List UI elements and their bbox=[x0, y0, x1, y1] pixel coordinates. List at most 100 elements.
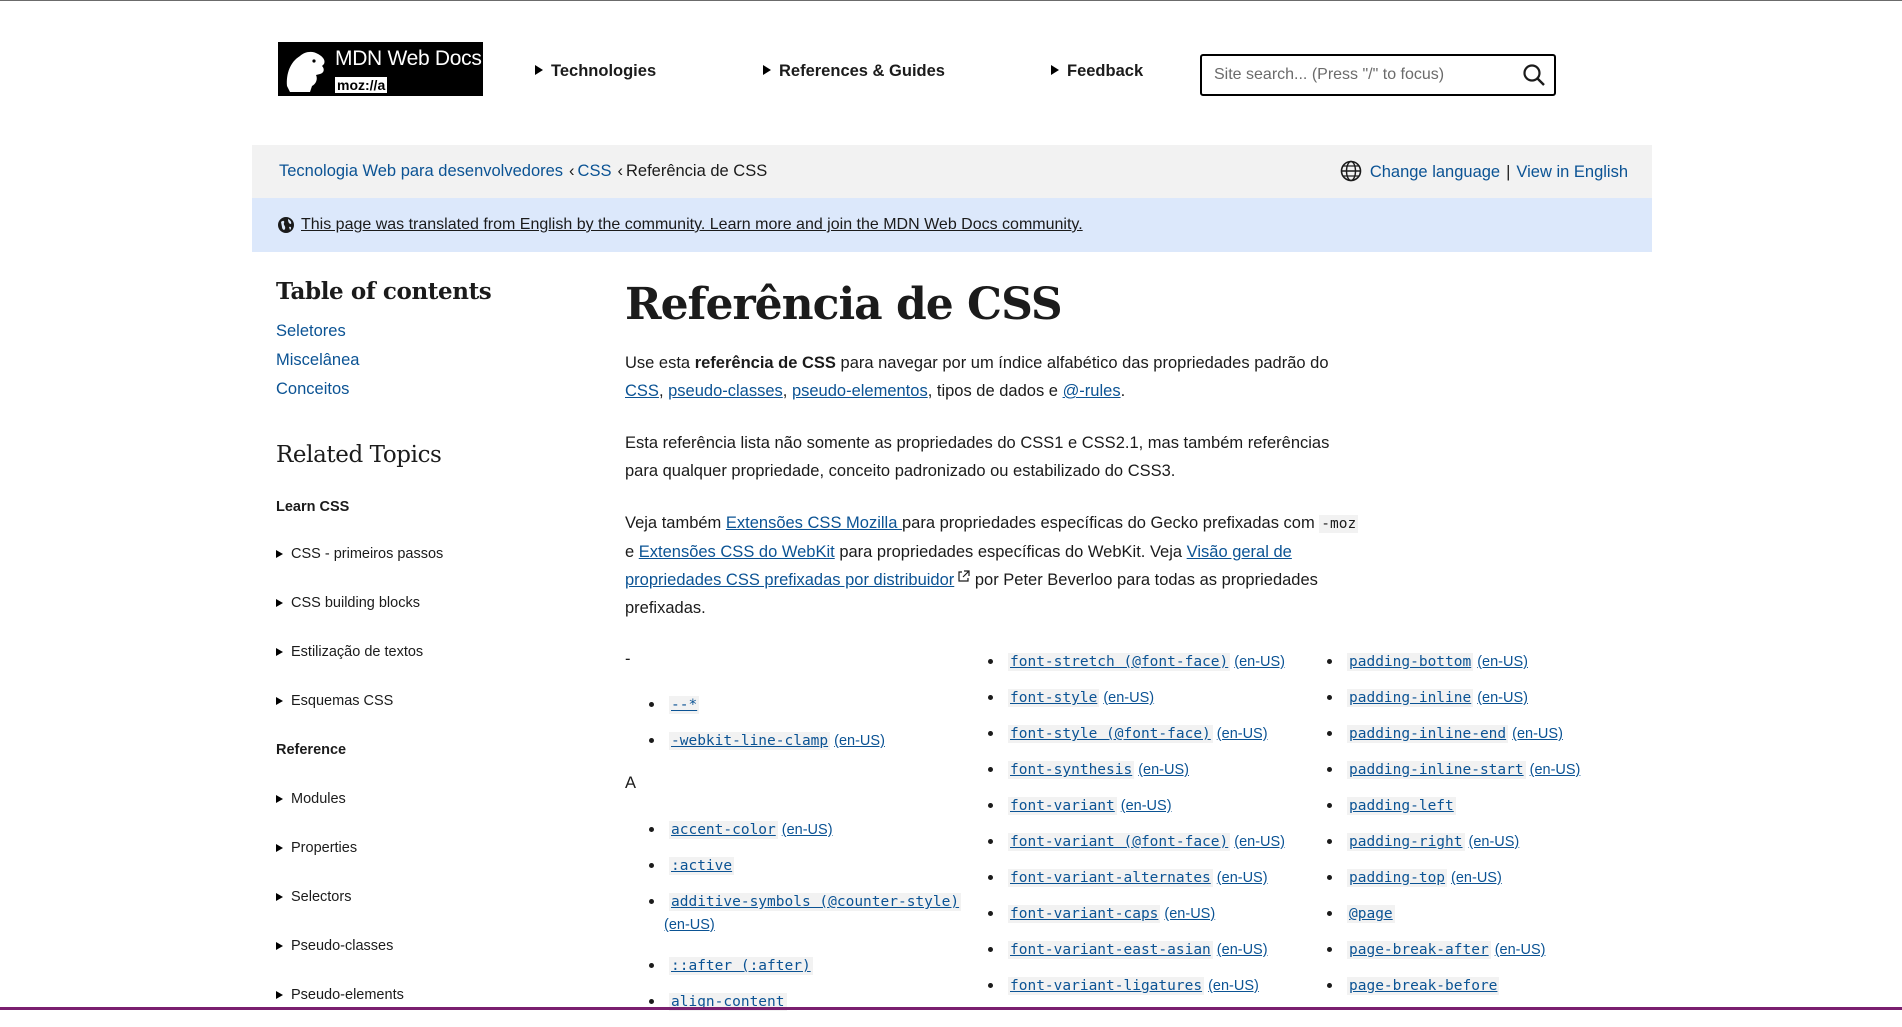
nav-references-guides[interactable]: References & Guides bbox=[763, 62, 945, 81]
en-us-link[interactable]: (en-US) bbox=[1217, 942, 1268, 958]
property-link[interactable]: page-break-before bbox=[1347, 977, 1500, 995]
property-link[interactable]: font-variant (@font-face) bbox=[1008, 833, 1231, 851]
search-input[interactable] bbox=[1214, 66, 1514, 84]
triangle-right-icon bbox=[763, 65, 771, 75]
nav-label: Feedback bbox=[1067, 62, 1144, 80]
en-us-link[interactable]: (en-US) bbox=[1234, 654, 1285, 670]
en-us-link[interactable]: (en-US) bbox=[782, 822, 833, 838]
en-us-link[interactable]: (en-US) bbox=[1208, 978, 1259, 994]
text: para navegar por um índice alfabético da… bbox=[835, 354, 1329, 372]
property-link[interactable]: font-variant bbox=[1008, 797, 1117, 815]
en-us-link[interactable]: (en-US) bbox=[1469, 834, 1520, 850]
mdn-logo[interactable]: MDN Web Docs moz://a bbox=[278, 42, 483, 96]
en-us-link[interactable]: (en-US) bbox=[1234, 834, 1285, 850]
en-us-link[interactable]: (en-US) bbox=[1477, 690, 1528, 706]
link-pseudo-elementos[interactable]: pseudo-elementos bbox=[792, 382, 928, 400]
property-link[interactable]: padding-left bbox=[1347, 797, 1456, 815]
property-link[interactable]: @page bbox=[1347, 905, 1395, 923]
reference-heading: Reference bbox=[276, 742, 347, 758]
property-link[interactable]: padding-inline-start bbox=[1347, 761, 1526, 779]
language-switcher: Change language | View in English bbox=[1340, 160, 1628, 182]
translation-notice: This page was translated from English by… bbox=[252, 198, 1652, 252]
property-link[interactable]: padding-right bbox=[1347, 833, 1465, 851]
breadcrumb-link-web-tech[interactable]: Tecnologia Web para desenvolvedores bbox=[279, 162, 563, 180]
property-link[interactable]: font-variant-caps bbox=[1008, 905, 1161, 923]
sidebar-item-estilizacao-textos[interactable]: Estilização de textos bbox=[276, 644, 423, 660]
property-link[interactable]: padding-bottom bbox=[1347, 653, 1474, 671]
text: para propriedades específicas do Gecko p… bbox=[901, 514, 1320, 532]
view-in-english-link[interactable]: View in English bbox=[1516, 163, 1628, 181]
sidebar-item-building-blocks[interactable]: CSS building blocks bbox=[276, 595, 420, 611]
text: , tipos de dados e bbox=[927, 382, 1063, 400]
en-us-link[interactable]: (en-US) bbox=[1512, 726, 1563, 742]
separator: | bbox=[1506, 163, 1511, 181]
sidebar-item-modules[interactable]: Modules bbox=[276, 791, 346, 807]
sidebar-item-esquemas[interactable]: Esquemas CSS bbox=[276, 693, 393, 709]
en-us-link[interactable]: (en-US) bbox=[1451, 870, 1502, 886]
index-letter-a: A bbox=[625, 774, 637, 792]
list-item: font-stretch (@font-face) (en-US) bbox=[984, 651, 1285, 687]
property-link[interactable]: -webkit-line-clamp bbox=[669, 732, 831, 750]
property-link[interactable]: padding-top bbox=[1347, 869, 1448, 887]
link-webkit-extensions[interactable]: Extensões CSS do WebKit bbox=[639, 543, 835, 561]
property-link[interactable]: font-stretch (@font-face) bbox=[1008, 653, 1231, 671]
nav-technologies[interactable]: Technologies bbox=[535, 62, 656, 81]
breadcrumb-link-css[interactable]: CSS bbox=[578, 162, 612, 180]
en-us-link[interactable]: (en-US) bbox=[1495, 942, 1546, 958]
toc-link-seletores[interactable]: Seletores bbox=[276, 321, 359, 350]
list-item: ::after (:after) bbox=[645, 955, 961, 991]
link-pseudo-classes[interactable]: pseudo-classes bbox=[668, 382, 783, 400]
toc-link-conceitos[interactable]: Conceitos bbox=[276, 379, 359, 408]
link-css[interactable]: CSS bbox=[625, 382, 659, 400]
list-item: padding-inline-end (en-US) bbox=[1323, 723, 1580, 759]
property-link[interactable]: padding-inline bbox=[1347, 689, 1474, 707]
property-link[interactable]: ::after (:after) bbox=[669, 957, 813, 975]
en-us-link[interactable]: (en-US) bbox=[1164, 906, 1215, 922]
property-link[interactable]: additive-symbols (@counter-style) bbox=[669, 893, 962, 911]
index-letter-dash: - bbox=[625, 650, 631, 668]
property-link[interactable]: font-variant-ligatures bbox=[1008, 977, 1205, 995]
sidebar-item-pseudo-elements[interactable]: Pseudo-elements bbox=[276, 987, 404, 1003]
list-item: padding-top (en-US) bbox=[1323, 867, 1580, 903]
list-item: -webkit-line-clamp (en-US) bbox=[645, 730, 885, 766]
property-link[interactable]: font-synthesis bbox=[1008, 761, 1135, 779]
en-us-link[interactable]: (en-US) bbox=[1530, 762, 1581, 778]
property-link[interactable]: font-style (@font-face) bbox=[1008, 725, 1213, 743]
text: , bbox=[782, 382, 792, 400]
toc-link-miscelanea[interactable]: Miscelânea bbox=[276, 350, 359, 379]
sidebar-item-properties[interactable]: Properties bbox=[276, 840, 357, 856]
en-us-link[interactable]: (en-US) bbox=[834, 733, 885, 749]
property-link[interactable]: font-style bbox=[1008, 689, 1100, 707]
community-link[interactable]: This page was translated from English by… bbox=[301, 216, 1083, 234]
sidebar-item-selectors[interactable]: Selectors bbox=[276, 889, 351, 905]
property-link[interactable]: --* bbox=[669, 696, 700, 714]
sidebar-item-pseudo-classes[interactable]: Pseudo-classes bbox=[276, 938, 393, 954]
property-link[interactable]: font-variant-east-asian bbox=[1008, 941, 1213, 959]
triangle-right-icon bbox=[276, 991, 283, 999]
triangle-right-icon bbox=[276, 795, 283, 803]
en-us-link[interactable]: (en-US) bbox=[1121, 798, 1172, 814]
property-link[interactable]: :active bbox=[669, 857, 735, 875]
list-item: :active bbox=[645, 855, 961, 891]
link-mozilla-extensions[interactable]: Extensões CSS Mozilla bbox=[726, 514, 902, 532]
en-us-link[interactable]: (en-US) bbox=[1217, 870, 1268, 886]
change-language-button[interactable]: Change language bbox=[1370, 163, 1500, 181]
property-link[interactable]: font-variant-alternates bbox=[1008, 869, 1213, 887]
property-link[interactable]: padding-inline-end bbox=[1347, 725, 1509, 743]
text: Use esta bbox=[625, 354, 695, 372]
en-us-link[interactable]: (en-US) bbox=[1477, 654, 1528, 670]
list-item: font-style (en-US) bbox=[984, 687, 1285, 723]
en-us-link[interactable]: (en-US) bbox=[1217, 726, 1268, 742]
triangle-right-icon bbox=[276, 697, 283, 705]
site-header: MDN Web Docs moz://a Technologies Refere… bbox=[278, 40, 1558, 100]
nav-label: References & Guides bbox=[779, 62, 945, 80]
en-us-link[interactable]: (en-US) bbox=[1103, 690, 1154, 706]
sidebar-item-primeiros-passos[interactable]: CSS - primeiros passos bbox=[276, 546, 443, 562]
property-link[interactable]: page-break-after bbox=[1347, 941, 1491, 959]
en-us-link[interactable]: (en-US) bbox=[664, 917, 715, 933]
property-link[interactable]: accent-color bbox=[669, 821, 778, 839]
link-at-rules[interactable]: @-rules bbox=[1063, 382, 1121, 400]
en-us-link[interactable]: (en-US) bbox=[1138, 762, 1189, 778]
nav-feedback[interactable]: Feedback bbox=[1051, 62, 1143, 81]
search-icon[interactable] bbox=[1522, 63, 1546, 87]
